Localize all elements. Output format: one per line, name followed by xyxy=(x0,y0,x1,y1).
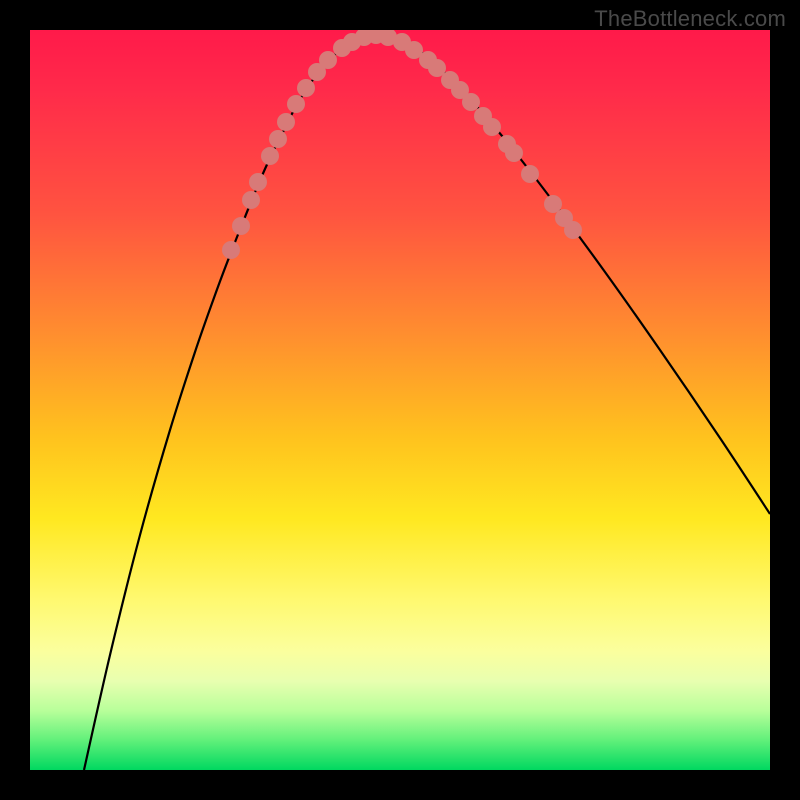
highlight-dot xyxy=(297,79,315,97)
highlight-dot xyxy=(521,165,539,183)
highlight-dot xyxy=(483,118,501,136)
highlight-dot xyxy=(269,130,287,148)
plot-area xyxy=(30,30,770,770)
highlight-dot xyxy=(544,195,562,213)
highlight-dot xyxy=(232,217,250,235)
curve-svg xyxy=(30,30,770,770)
highlight-dot xyxy=(277,113,295,131)
highlight-dot xyxy=(564,221,582,239)
highlight-dot xyxy=(249,173,267,191)
highlight-dot xyxy=(505,144,523,162)
highlight-dot xyxy=(261,147,279,165)
watermark-text: TheBottleneck.com xyxy=(594,6,786,32)
bottleneck-curve xyxy=(84,34,770,770)
highlight-dot xyxy=(287,95,305,113)
highlight-dot xyxy=(462,93,480,111)
highlight-dot xyxy=(222,241,240,259)
highlight-dot xyxy=(319,51,337,69)
highlight-dot xyxy=(242,191,260,209)
chart-frame: TheBottleneck.com xyxy=(0,0,800,800)
highlight-dots xyxy=(222,30,582,259)
